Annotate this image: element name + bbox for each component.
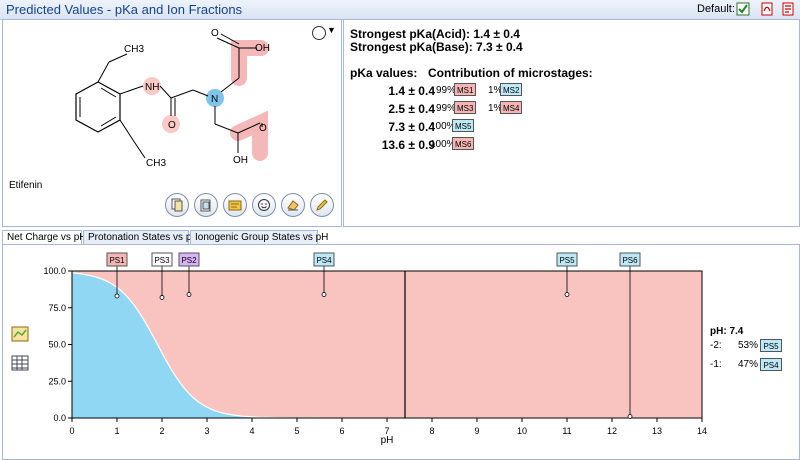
window-title: Predicted Values - pKa and Ion Fractions — [6, 2, 243, 17]
atom-o-amide: O — [168, 120, 176, 131]
atom-oh-bottom: OH — [233, 155, 248, 166]
table-view-icon[interactable] — [11, 355, 29, 371]
atom-nh: NH — [145, 82, 159, 93]
molecule-name: Etifenin — [9, 180, 43, 191]
pka-value: 2.5 ± 0.4 — [388, 102, 435, 116]
pka-row: 7.3 ± 0.4 100% MS5 — [344, 118, 799, 136]
clean-structure-button[interactable] — [281, 193, 305, 217]
atom-o-top: O — [211, 28, 219, 39]
smiley-button[interactable] — [252, 193, 276, 217]
atom-oh-top: OH — [255, 43, 270, 54]
tab-net-charge[interactable]: Net Charge vs pH — [2, 230, 86, 244]
default-label: Default: — [697, 3, 735, 15]
paste-icon — [200, 199, 211, 212]
microstate-badge-ms3[interactable]: MS3 — [454, 101, 476, 114]
draw-structure-button[interactable] — [310, 193, 334, 217]
chart-panel — [2, 244, 800, 460]
smiley-icon — [258, 199, 270, 211]
edit-structure-button[interactable] — [223, 193, 247, 217]
legend-badge-ps5[interactable]: PS5 — [760, 339, 782, 352]
contribution-pct: 99% — [436, 103, 457, 114]
atom-ch3-top: CH3 — [124, 44, 144, 55]
pka-value: 7.3 ± 0.4 — [388, 120, 435, 134]
pka-summary-panel: Strongest pKa(Acid): 1.4 ± 0.4 Strongest… — [343, 19, 800, 227]
pdf-export-icon[interactable] — [760, 2, 774, 16]
pka-value: 1.4 ± 0.4 — [388, 84, 435, 98]
microstate-badge-ms6[interactable]: MS6 — [452, 137, 474, 150]
eraser-icon — [287, 200, 299, 211]
contrib-header: Contribution of microstages: — [428, 66, 593, 80]
legend-row: -2: 53% PS5 — [708, 338, 798, 354]
strongest-acid: Strongest pKa(Acid): 1.4 ± 0.4 — [350, 27, 520, 41]
notebook-icon — [228, 200, 242, 211]
chart-view-icon[interactable] — [11, 326, 29, 342]
pka-value: 13.6 ± 0.9 — [381, 138, 435, 152]
default-checkbox-icon[interactable] — [736, 2, 750, 16]
atom-n: N — [211, 94, 218, 105]
legend-charge: -1: — [710, 359, 722, 370]
microstate-badge-ms2[interactable]: MS2 — [500, 83, 522, 96]
title-bar: Predicted Values - pKa and Ion Fractions… — [0, 0, 800, 20]
pka-row: 1.4 ± 0.4 99% MS1 1% MS2 — [344, 82, 799, 100]
paste-structure-button[interactable] — [194, 193, 218, 217]
strongest-base: Strongest pKa(Base): 7.3 ± 0.4 — [350, 40, 523, 54]
pka-row: 13.6 ± 0.9 100% MS6 — [344, 136, 799, 154]
molecule-structure: CH3 OH O NH N O O OH CH3 — [75, 28, 270, 169]
microstate-badge-ms5[interactable]: MS5 — [452, 119, 474, 132]
pdf-report-icon[interactable] — [781, 2, 795, 16]
benzene-ring — [75, 81, 121, 133]
tab-protonation-states[interactable]: Protonation States vs pH — [83, 230, 199, 244]
atom-o-bottom: O — [259, 123, 267, 134]
pencil-icon — [316, 199, 328, 211]
copy-structure-button[interactable] — [165, 193, 189, 217]
contribution-pct: 99% — [436, 85, 457, 96]
legend-badge-ps4[interactable]: PS4 — [760, 358, 782, 371]
legend-pct: 53% — [738, 340, 759, 351]
legend-title: pH: 7.4 — [710, 326, 744, 337]
atom-ch3-bottom: CH3 — [146, 158, 166, 169]
pka-row: 2.5 ± 0.4 99% MS3 1% MS4 — [344, 100, 799, 118]
microstate-badge-ms1[interactable]: MS1 — [454, 83, 476, 96]
legend-charge: -2: — [710, 340, 722, 351]
microstate-badge-ms4[interactable]: MS4 — [500, 101, 522, 114]
structure-panel: ▼ CH3 OH O NH N O O OH CH3 Etifenin — [2, 19, 342, 227]
legend-pct: 47% — [738, 359, 759, 370]
tab-ionogenic-group-states[interactable]: Ionogenic Group States vs pH — [190, 230, 328, 244]
pka-header: pKa values: — [350, 66, 418, 80]
copy-icon — [171, 198, 183, 212]
legend-row: -1: 47% PS4 — [708, 357, 798, 373]
